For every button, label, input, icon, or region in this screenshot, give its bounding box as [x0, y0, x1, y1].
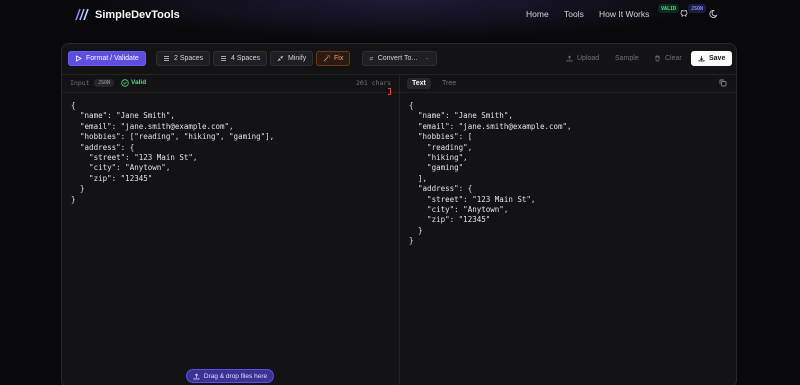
two-spaces-label: 2 Spaces [174, 55, 204, 62]
play-icon [76, 55, 82, 62]
fix-label: Fix [334, 55, 344, 62]
nav-tools-link[interactable]: Tools [564, 9, 584, 19]
tab-text[interactable]: Text [407, 78, 431, 89]
upload-button[interactable]: Upload [559, 51, 606, 66]
output-viewer: { "name": "Jane Smith", "email": "jane.s… [409, 101, 572, 246]
moon-icon[interactable] [709, 9, 719, 19]
input-editor[interactable]: { "name": "Jane Smith", "email": "jane.s… [71, 101, 274, 205]
convert-to-label: Convert To... [377, 55, 418, 62]
chevron-down-icon [426, 57, 429, 60]
check-circle-icon [121, 79, 129, 87]
convert-arrows-icon [369, 56, 374, 61]
nav-how-it-works-link[interactable]: How It Works [599, 9, 649, 19]
minimize-icon [277, 55, 284, 62]
output-panel-header: Text Tree [400, 75, 736, 93]
fix-button[interactable]: Fix [316, 51, 351, 66]
four-spaces-button[interactable]: 4 Spaces [213, 51, 268, 66]
download-icon [698, 56, 705, 62]
two-spaces-button[interactable]: 2 Spaces [156, 51, 211, 66]
nav-home-link[interactable]: Home [526, 9, 549, 19]
sample-button[interactable]: Sample [608, 51, 646, 66]
indent-icon [221, 56, 226, 61]
save-label: Save [709, 55, 726, 62]
output-valid-badge: VALID [658, 4, 680, 13]
four-spaces-label: 4 Spaces [231, 55, 261, 62]
clear-label: Clear [665, 55, 682, 62]
brand-name: SimpleDevTools [95, 8, 180, 21]
toolbar: Format / Validate 2 Spaces 4 Spaces Mini… [62, 44, 736, 75]
site-header: SimpleDevTools Home Tools How It Works [0, 0, 800, 30]
char-count: 201 chars [356, 79, 392, 87]
output-panel: Text Tree { "name": "Jane Smith", "email… [399, 75, 736, 385]
trash-icon [655, 55, 660, 62]
input-panel: Input JSON Valid 201 chars { "name": "Ja… [62, 75, 399, 385]
convert-to-dropdown[interactable]: Convert To... [362, 51, 437, 66]
json-tool-card: Format / Validate 2 Spaces 4 Spaces Mini… [61, 43, 737, 385]
upload-icon [566, 55, 573, 62]
drag-drop-zone[interactable]: Drag & drop files here [186, 369, 274, 383]
sample-label: Sample [615, 55, 639, 62]
upload-icon [193, 373, 200, 379]
input-panel-header: Input JSON Valid 201 chars [62, 75, 399, 93]
input-label: Input [70, 79, 90, 87]
slashes-logo-icon [75, 8, 89, 21]
panel-resize-marker[interactable] [388, 88, 391, 95]
output-format-badge: JSON [688, 4, 707, 13]
format-validate-label: Format / Validate [86, 55, 139, 62]
save-button[interactable]: Save [691, 51, 733, 66]
minify-button[interactable]: Minify [270, 51, 314, 66]
format-validate-button[interactable]: Format / Validate [68, 51, 146, 66]
input-format-badge: JSON [94, 79, 115, 87]
clear-button[interactable]: Clear [647, 51, 689, 66]
copy-icon[interactable] [719, 79, 727, 87]
wand-icon [323, 55, 330, 62]
brand-logo[interactable]: SimpleDevTools [75, 8, 180, 21]
input-valid-status: Valid [131, 79, 147, 86]
upload-label: Upload [577, 55, 600, 62]
drag-drop-label: Drag & drop files here [203, 372, 268, 380]
tab-tree[interactable]: Tree [437, 78, 461, 89]
minify-label: Minify [288, 55, 307, 62]
indent-icon [164, 56, 169, 61]
